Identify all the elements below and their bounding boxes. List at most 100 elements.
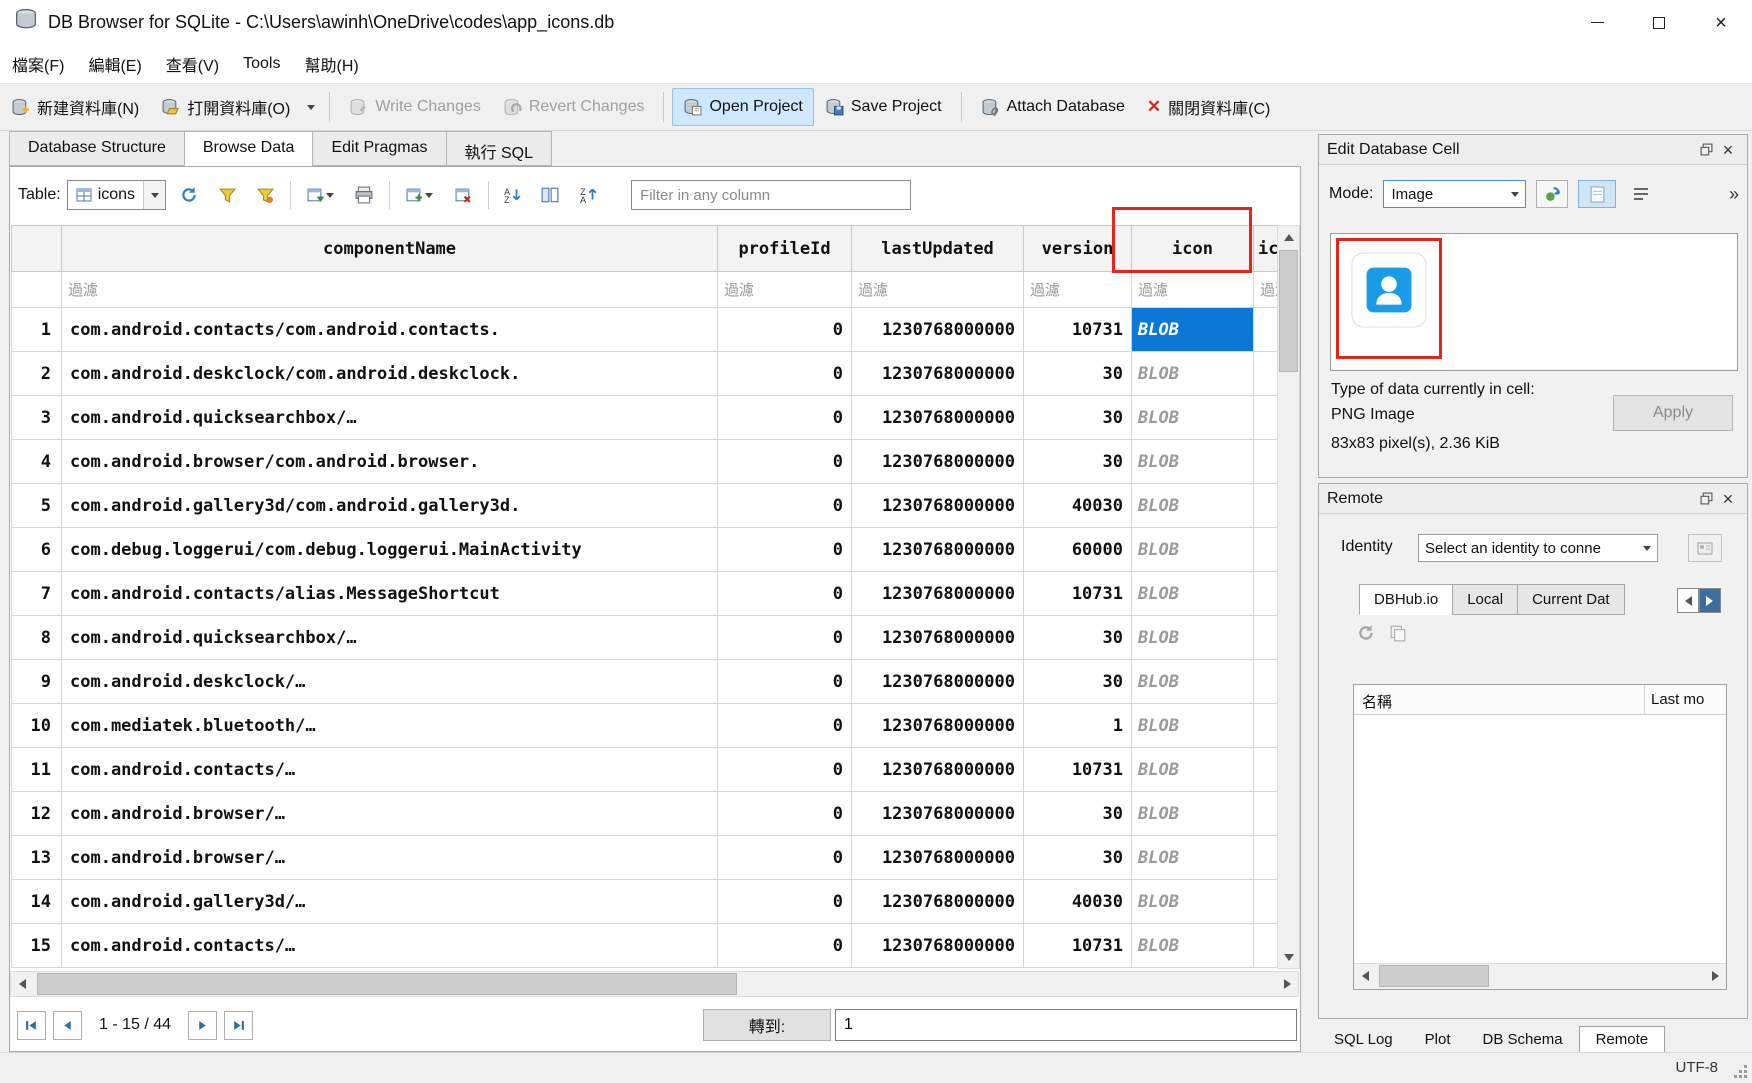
- cell-componentName[interactable]: com.android.contacts/…: [62, 748, 718, 792]
- row-number[interactable]: 10: [12, 704, 62, 748]
- cell-lastUpdated[interactable]: 1230768000000: [852, 440, 1024, 484]
- cell-icon[interactable]: BLOB: [1132, 308, 1254, 352]
- open-database-dropdown[interactable]: [301, 88, 321, 126]
- menu-file[interactable]: 檔案(F): [0, 45, 76, 83]
- remote-tab-current-database[interactable]: Current Dat: [1517, 584, 1625, 615]
- cell-icon[interactable]: BLOB: [1132, 924, 1254, 968]
- cell-componentName[interactable]: com.mediatek.bluetooth/…: [62, 704, 718, 748]
- cell-version[interactable]: 10731: [1024, 572, 1132, 616]
- cell-profileId[interactable]: 0: [718, 660, 852, 704]
- resize-grip[interactable]: [1744, 1075, 1747, 1078]
- scroll-right-arrow[interactable]: [1705, 964, 1726, 988]
- table-selector[interactable]: icons: [67, 180, 166, 210]
- goto-button[interactable]: 轉到:: [703, 1009, 831, 1041]
- filter-icon[interactable]: 過濾: [1132, 272, 1254, 308]
- apply-button[interactable]: Apply: [1613, 395, 1733, 431]
- cell-version[interactable]: 40030: [1024, 880, 1132, 924]
- cell-overflow[interactable]: [1254, 924, 1278, 968]
- dock-tab-db-schema[interactable]: DB Schema: [1467, 1027, 1579, 1052]
- revert-changes-button[interactable]: Revert Changes: [492, 88, 656, 126]
- toolbar-overflow-chevron[interactable]: »: [1729, 184, 1739, 205]
- sort-descending-button[interactable]: ZA: [573, 180, 603, 210]
- cell-version[interactable]: 30: [1024, 660, 1132, 704]
- cell-componentName[interactable]: com.android.contacts/com.android.contact…: [62, 308, 718, 352]
- row-number[interactable]: 3: [12, 396, 62, 440]
- row-number[interactable]: 7: [12, 572, 62, 616]
- save-results-button[interactable]: [299, 180, 341, 210]
- cell-overflow[interactable]: [1254, 660, 1278, 704]
- cell-componentName[interactable]: com.debug.loggerui/com.debug.loggerui.Ma…: [62, 528, 718, 572]
- cell-overflow[interactable]: [1254, 396, 1278, 440]
- cell-overflow[interactable]: [1254, 440, 1278, 484]
- cell-icon[interactable]: BLOB: [1132, 572, 1254, 616]
- word-wrap-icon[interactable]: [1628, 180, 1654, 208]
- scroll-down-arrow[interactable]: [1278, 947, 1299, 968]
- tab-browse-data[interactable]: Browse Data: [184, 131, 313, 166]
- cell-version[interactable]: 60000: [1024, 528, 1132, 572]
- cell-profileId[interactable]: 0: [718, 352, 852, 396]
- cell-profileId[interactable]: 0: [718, 748, 852, 792]
- cell-version[interactable]: 30: [1024, 792, 1132, 836]
- close-database-button[interactable]: ✕ 關閉資料庫(C): [1136, 88, 1281, 126]
- new-database-button[interactable]: 新建資料庫(N): [0, 88, 150, 126]
- maximize-button[interactable]: [1628, 0, 1690, 45]
- cell-componentName[interactable]: com.android.quicksearchbox/…: [62, 616, 718, 660]
- mode-select[interactable]: Image: [1383, 180, 1526, 208]
- row-number[interactable]: 2: [12, 352, 62, 396]
- tab-scroll-left-button[interactable]: [1677, 588, 1699, 613]
- identity-select[interactable]: Select an identity to conne: [1418, 534, 1658, 562]
- cell-overflow[interactable]: [1254, 704, 1278, 748]
- scroll-left-arrow[interactable]: [1354, 964, 1375, 988]
- row-number[interactable]: 5: [12, 484, 62, 528]
- tab-execute-sql[interactable]: 執行 SQL: [446, 131, 552, 166]
- remote-tab-dbhub[interactable]: DBHub.io: [1359, 584, 1452, 615]
- cell-profileId[interactable]: 0: [718, 396, 852, 440]
- clear-filters-button[interactable]: [212, 180, 242, 210]
- filter-version[interactable]: 過濾: [1024, 272, 1132, 308]
- tab-edit-pragmas[interactable]: Edit Pragmas: [312, 131, 445, 166]
- cell-version[interactable]: 30: [1024, 352, 1132, 396]
- cell-icon[interactable]: BLOB: [1132, 836, 1254, 880]
- cell-version[interactable]: 1: [1024, 704, 1132, 748]
- last-page-button[interactable]: [224, 1011, 253, 1040]
- minimize-button[interactable]: [1566, 0, 1628, 45]
- filter-componentName[interactable]: 過濾: [62, 272, 718, 308]
- row-number[interactable]: 11: [12, 748, 62, 792]
- column-header-profileId[interactable]: profileId: [718, 226, 852, 272]
- cell-componentName[interactable]: com.android.gallery3d/…: [62, 880, 718, 924]
- menu-edit[interactable]: 編輯(E): [76, 45, 153, 83]
- tab-scroll-right-button[interactable]: [1699, 588, 1721, 613]
- import-data-button[interactable]: [1536, 180, 1568, 208]
- cell-icon[interactable]: BLOB: [1132, 748, 1254, 792]
- cell-componentName[interactable]: com.android.contacts/alias.MessageShortc…: [62, 572, 718, 616]
- cell-profileId[interactable]: 0: [718, 616, 852, 660]
- row-number[interactable]: 14: [12, 880, 62, 924]
- filter-settings-button[interactable]: [250, 180, 280, 210]
- cell-icon[interactable]: BLOB: [1132, 704, 1254, 748]
- cell-profileId[interactable]: 0: [718, 836, 852, 880]
- cell-lastUpdated[interactable]: 1230768000000: [852, 308, 1024, 352]
- dock-tab-remote[interactable]: Remote: [1579, 1026, 1666, 1052]
- cell-overflow[interactable]: [1254, 880, 1278, 924]
- row-number[interactable]: 4: [12, 440, 62, 484]
- vertical-scrollbar-thumb[interactable]: [1279, 250, 1298, 372]
- cell-overflow[interactable]: [1254, 792, 1278, 836]
- cell-icon[interactable]: BLOB: [1132, 660, 1254, 704]
- open-project-button[interactable]: Open Project: [672, 88, 813, 126]
- cell-icon[interactable]: BLOB: [1132, 396, 1254, 440]
- column-header-componentName[interactable]: componentName: [62, 226, 718, 272]
- cell-overflow[interactable]: [1254, 352, 1278, 396]
- cell-overflow[interactable]: [1254, 616, 1278, 660]
- first-page-button[interactable]: [17, 1011, 46, 1040]
- cell-profileId[interactable]: 0: [718, 792, 852, 836]
- cell-lastUpdated[interactable]: 1230768000000: [852, 660, 1024, 704]
- goto-page-input[interactable]: [835, 1009, 1297, 1041]
- cell-version[interactable]: 10731: [1024, 748, 1132, 792]
- cell-profileId[interactable]: 0: [718, 528, 852, 572]
- cell-overflow[interactable]: [1254, 836, 1278, 880]
- global-filter-input[interactable]: [631, 180, 911, 210]
- cell-lastUpdated[interactable]: 1230768000000: [852, 352, 1024, 396]
- cell-icon[interactable]: BLOB: [1132, 352, 1254, 396]
- vertical-scrollbar[interactable]: [1277, 225, 1300, 969]
- filter-profileId[interactable]: 過濾: [718, 272, 852, 308]
